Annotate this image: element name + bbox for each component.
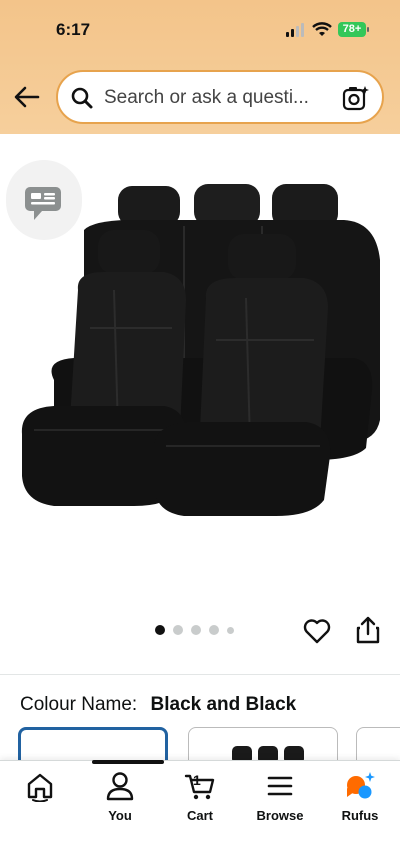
variation-row: Colour Name: Black and Black — [20, 694, 296, 716]
nav-rufus[interactable]: Rufus — [320, 770, 400, 830]
person-icon — [106, 772, 134, 801]
camera-lens-icon[interactable] — [342, 84, 370, 112]
search-input[interactable]: Search or ask a questi... — [104, 87, 309, 109]
nav-rufus-label: Rufus — [341, 808, 379, 823]
status-time: 6:17 — [56, 20, 91, 39]
image-carousel-dots[interactable] — [155, 625, 234, 635]
cellular-signal-icon — [286, 23, 304, 37]
nav-home[interactable] — [0, 770, 80, 830]
home-icon — [27, 773, 53, 802]
battery-icon: 78+ — [338, 22, 366, 37]
back-arrow-icon[interactable] — [14, 86, 40, 108]
heart-icon[interactable] — [303, 618, 331, 644]
rufus-icon — [347, 772, 375, 799]
variation-label: Colour Name: — [20, 694, 138, 715]
carousel-dot[interactable] — [191, 625, 201, 635]
wifi-icon — [312, 22, 332, 36]
nav-browse-label: Browse — [256, 808, 304, 823]
product-image-car-seat-covers — [21, 184, 380, 516]
variation-value: Black and Black — [150, 694, 297, 715]
carousel-dot[interactable] — [155, 625, 165, 635]
menu-icon — [267, 776, 293, 796]
search-icon — [71, 87, 93, 109]
cart-count-badge: 1 — [193, 772, 201, 788]
carousel-dot[interactable] — [209, 625, 219, 635]
nav-cart[interactable]: 1 Cart — [160, 770, 240, 830]
share-icon[interactable] — [355, 616, 381, 644]
nav-you[interactable]: You — [80, 770, 160, 830]
nav-cart-label: Cart — [186, 808, 213, 823]
carousel-dot[interactable] — [227, 626, 234, 634]
status-bar: 6:17 78+ — [0, 0, 400, 60]
home-indicator — [92, 760, 164, 764]
section-divider — [0, 674, 400, 675]
nav-you-label: You — [108, 808, 132, 823]
carousel-dot[interactable] — [173, 625, 183, 635]
nav-browse[interactable]: Browse — [240, 770, 320, 830]
battery-nub — [367, 27, 369, 32]
search-bar[interactable]: Search or ask a questi... — [56, 70, 384, 124]
